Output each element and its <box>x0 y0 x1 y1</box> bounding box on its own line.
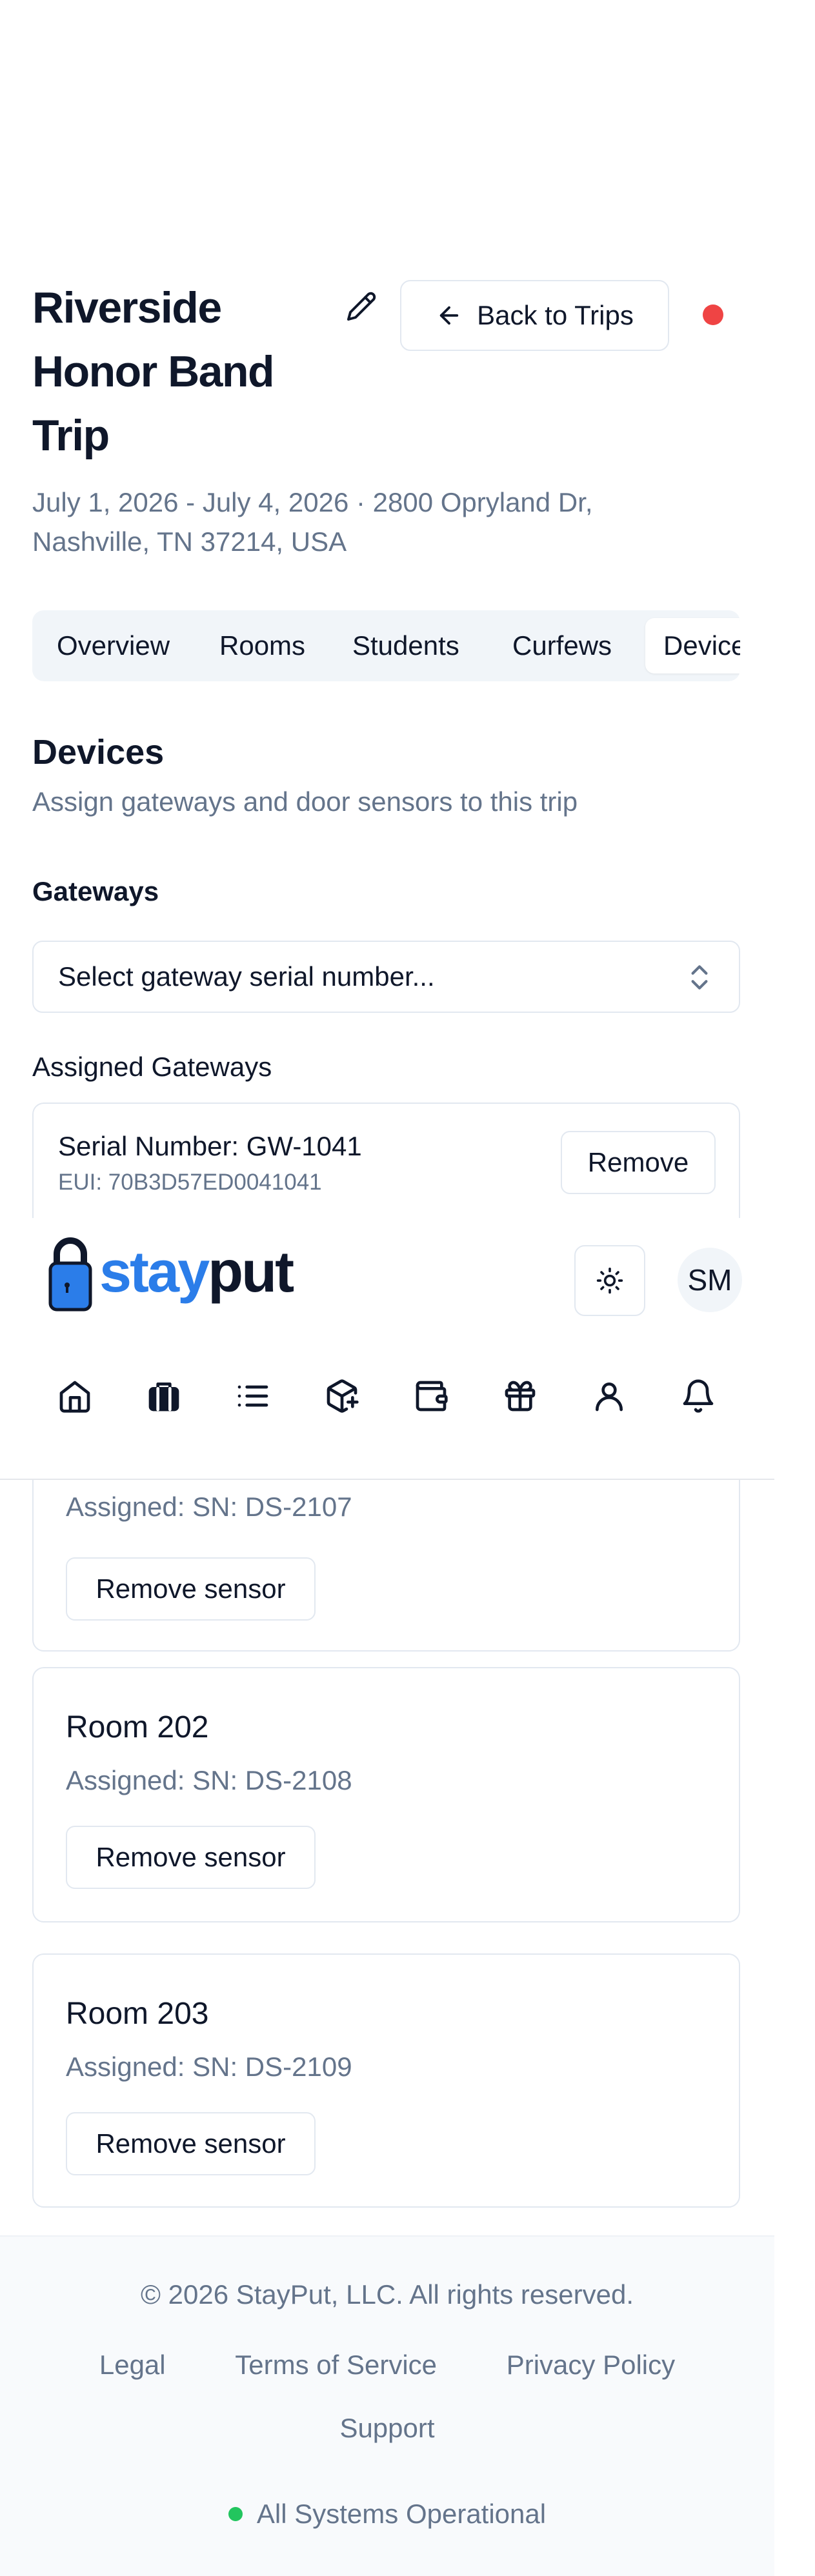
logo-put: put <box>208 1239 294 1304</box>
arrow-left-icon <box>439 306 459 325</box>
room-card: Room 203 Assigned: SN: DS-2109 Remove se… <box>32 1953 740 2208</box>
nav-gifts[interactable] <box>494 1370 546 1422</box>
avatar[interactable]: SM <box>678 1248 742 1312</box>
page: Riverside Honor Band Trip Back to Trips … <box>0 0 815 2576</box>
status-dot <box>228 2507 243 2521</box>
luggage-icon <box>148 1383 179 1412</box>
room-assigned-sensor: Assigned: SN: DS-2109 <box>66 2052 352 2082</box>
trip-tabs: Overview Rooms Students Curfews Devices <box>32 610 740 681</box>
nav-wallet[interactable] <box>405 1370 457 1422</box>
room-assigned-sensor: Assigned: SN: DS-2107 <box>66 1492 352 1522</box>
nav-list[interactable] <box>227 1370 279 1422</box>
footer-links: Legal Terms of Service Privacy Policy <box>0 2350 774 2381</box>
tab-rooms[interactable]: Rooms <box>219 610 305 681</box>
tab-overview[interactable]: Overview <box>57 610 170 681</box>
gateway-serial: Serial Number: GW-1041 <box>58 1131 362 1161</box>
edit-trip-button[interactable] <box>342 287 381 326</box>
tab-students[interactable]: Students <box>352 610 459 681</box>
chevrons-up-down-icon <box>691 965 708 990</box>
logo-wordmark: stayput <box>99 1239 294 1306</box>
nav-devices[interactable] <box>316 1370 368 1422</box>
room-name: Room 202 <box>66 1710 209 1744</box>
gateway-eui: EUI: 70B3D57ED0041041 <box>58 1170 322 1195</box>
remove-sensor-button[interactable]: Remove sensor <box>66 1557 316 1621</box>
page-title: Riverside Honor Band Trip <box>32 283 275 460</box>
footer: © 2026 StayPut, LLC. All rights reserved… <box>0 2235 774 2576</box>
logo-stay: stay <box>99 1239 210 1304</box>
tab-curfews[interactable]: Curfews <box>512 610 612 681</box>
devices-description: Assign gateways and door sensors to this… <box>32 786 578 817</box>
tab-devices[interactable]: Devices <box>645 618 740 674</box>
room-card: Room 202 Assigned: SN: DS-2108 Remove se… <box>32 1667 740 1922</box>
assigned-gateways-label: Assigned Gateways <box>32 1052 272 1082</box>
home-icon <box>59 1381 90 1413</box>
app-header: stayput SM <box>0 1218 774 1480</box>
support-link[interactable]: Support <box>0 2413 774 2444</box>
gift-icon <box>505 1381 536 1412</box>
remove-gateway-button[interactable]: Remove <box>561 1131 716 1194</box>
status-indicator <box>703 305 723 325</box>
remove-sensor-button[interactable]: Remove sensor <box>66 2112 316 2175</box>
devices-heading: Devices <box>32 733 165 772</box>
trip-subtitle: July 1, 2026 - July 4, 2026 · 2800 Opryl… <box>32 487 593 557</box>
remove-sensor-button[interactable]: Remove sensor <box>66 1826 316 1889</box>
package-plus-icon <box>327 1379 359 1413</box>
user-icon <box>596 1383 623 1412</box>
padlock-icon <box>48 1237 92 1312</box>
theme-toggle-button[interactable] <box>574 1245 645 1316</box>
nav-profile[interactable] <box>583 1370 635 1422</box>
room-assigned-sensor: Assigned: SN: DS-2108 <box>66 1765 352 1795</box>
back-to-trips-button[interactable]: Back to Trips <box>400 280 669 351</box>
terms-link[interactable]: Terms of Service <box>235 2350 437 2380</box>
gateway-select[interactable]: Select gateway serial number... <box>32 941 740 1013</box>
system-status-label: All Systems Operational <box>256 2499 547 2529</box>
nav-trips[interactable] <box>138 1370 190 1422</box>
privacy-link[interactable]: Privacy Policy <box>507 2350 675 2380</box>
main-nav <box>49 1370 727 1422</box>
gateways-label: Gateways <box>32 876 159 906</box>
back-to-trips-label: Back to Trips <box>477 300 634 330</box>
nav-home[interactable] <box>49 1370 101 1422</box>
pencil-icon <box>347 292 376 321</box>
sun-icon <box>596 1267 623 1294</box>
list-icon <box>237 1385 268 1407</box>
room-name: Room 203 <box>66 1997 209 2031</box>
stayput-logo[interactable]: stayput <box>48 1232 294 1312</box>
nav-notifications[interactable] <box>672 1370 724 1422</box>
legal-link[interactable]: Legal <box>99 2350 166 2380</box>
system-status[interactable]: All Systems Operational <box>0 2499 774 2530</box>
gateway-select-placeholder: Select gateway serial number... <box>58 961 435 992</box>
gateway-card: Serial Number: GW-1041 EUI: 70B3D57ED004… <box>32 1103 740 1219</box>
wallet-icon <box>416 1381 448 1412</box>
bell-icon <box>683 1379 714 1413</box>
copyright: © 2026 StayPut, LLC. All rights reserved… <box>141 2279 634 2310</box>
